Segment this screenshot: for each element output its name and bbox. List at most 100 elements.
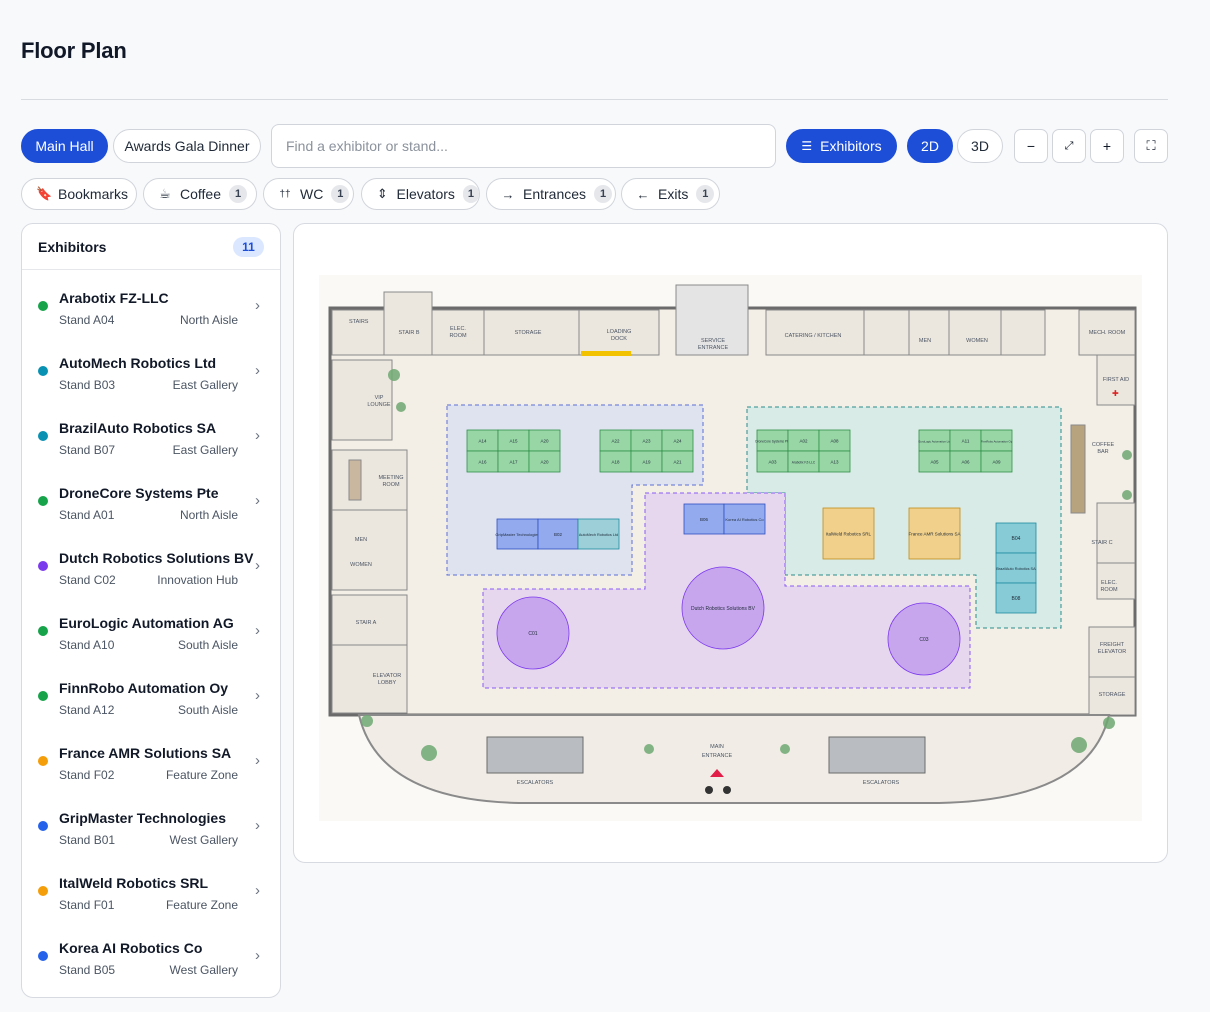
exhibitor-stand: Stand A12 bbox=[59, 703, 115, 717]
view-3d-button[interactable]: 3D bbox=[957, 129, 1003, 163]
filter-coffee[interactable]: ☕ Coffee 1 bbox=[143, 178, 257, 210]
stand-a01[interactable]: DroneCore Systems Pte bbox=[755, 429, 790, 452]
exhibitor-name: DroneCore Systems Pte bbox=[59, 485, 219, 501]
main-entrance-label: MAIN bbox=[710, 744, 724, 750]
stand-a23[interactable]: A23 bbox=[630, 429, 663, 452]
stand-a02[interactable]: A02 bbox=[787, 429, 820, 452]
stair-c-label: STAIR C bbox=[1091, 540, 1112, 546]
exhibitor-list-item[interactable]: ItalWeld Robotics SRL Stand F01 Feature Zo… bbox=[22, 855, 280, 920]
exhibitors-button-label: Exhibitors bbox=[820, 138, 882, 154]
exhibitor-stand: Stand F01 bbox=[59, 898, 115, 912]
stand-a11[interactable]: A11 bbox=[949, 429, 982, 452]
exhibitor-zone: Feature Zone bbox=[165, 898, 238, 912]
filter-wc[interactable]: †† WC 1 bbox=[263, 178, 354, 210]
stand-label: A03 bbox=[768, 460, 777, 465]
stand-a20[interactable]: A20 bbox=[528, 429, 561, 452]
zoom-out-button[interactable]: − bbox=[1014, 129, 1048, 163]
floor-plan-map[interactable]: STAIRS STAIR B ELEC. ROOM STORAGE LOADIN… bbox=[319, 275, 1142, 821]
stand-label: FinnRobo Automation Oy bbox=[981, 440, 1013, 444]
view-2d-button[interactable]: 2D bbox=[907, 129, 953, 163]
entrance-icon: → bbox=[501, 186, 515, 202]
exhibitor-name: ItalWeld Robotics SRL bbox=[59, 875, 209, 891]
stand-a18[interactable]: A18 bbox=[599, 450, 632, 473]
count-badge: 1 bbox=[462, 185, 479, 203]
stand-label: BrazilAuto Robotics SA bbox=[996, 567, 1036, 571]
stand-b05[interactable]: Korea AI Robotics Co bbox=[723, 503, 766, 535]
exit-arrow-icon bbox=[705, 786, 713, 794]
stand-a13[interactable]: A13 bbox=[818, 450, 851, 473]
filter-entrances[interactable]: → Entrances 1 bbox=[486, 178, 616, 210]
stand-label: EuroLogic Automation Ltd bbox=[918, 440, 950, 444]
zoom-in-button[interactable]: + bbox=[1090, 129, 1124, 163]
stand-a12[interactable]: FinnRobo Automation Oy bbox=[980, 429, 1013, 452]
exhibitor-zone: North Aisle bbox=[179, 508, 238, 522]
stand-b01[interactable]: GripMaster Technologies bbox=[495, 518, 540, 550]
reset-view-button[interactable]: ⤢ bbox=[1052, 129, 1086, 163]
exhibitor-list-item[interactable]: Dutch Robotics Solutions BV Stand C02 Inno… bbox=[22, 530, 280, 595]
wc-icon: †† bbox=[279, 188, 291, 200]
stand-a19[interactable]: A19 bbox=[630, 450, 663, 473]
stand-label: France AMR Solutions SA bbox=[908, 532, 960, 537]
page-title: Floor Plan bbox=[21, 38, 127, 63]
exhibitor-list-item[interactable]: DroneCore Systems Pte Stand A01 North Aisl… bbox=[22, 465, 280, 530]
stand-a16[interactable]: A16 bbox=[466, 450, 499, 473]
stand-b06[interactable]: B06 bbox=[683, 503, 725, 535]
zone-color-dot bbox=[38, 366, 48, 376]
stand-a10[interactable]: EuroLogic Automation Ltd bbox=[918, 429, 951, 452]
filter-elevators[interactable]: ⇕ Elevators 1 bbox=[361, 178, 480, 210]
stand-c03[interactable]: C03 bbox=[887, 602, 961, 676]
stand-a22[interactable]: A22 bbox=[599, 429, 632, 452]
stand-a04[interactable]: Arabotix FZ-LLC bbox=[787, 450, 820, 473]
exhibitor-list-item[interactable]: BrazilAuto Robotics SA Stand B07 East Gall… bbox=[22, 400, 280, 465]
service-entrance-label: ENTRANCE bbox=[698, 345, 729, 351]
exhibitors-button[interactable]: ☰ Exhibitors bbox=[786, 129, 897, 163]
stand-c01[interactable]: C01 bbox=[496, 596, 570, 670]
stand-a20[interactable]: A20 bbox=[528, 450, 561, 473]
filter-bookmarks[interactable]: 🔖 Bookmarks bbox=[21, 178, 137, 210]
stand-f02[interactable]: France AMR Solutions SA bbox=[908, 507, 961, 560]
stand-b02[interactable]: B02 bbox=[537, 518, 579, 550]
stand-a15[interactable]: A15 bbox=[497, 429, 530, 452]
filter-exits[interactable]: ← Exits 1 bbox=[621, 178, 720, 210]
loading-label: LOADING bbox=[607, 329, 632, 335]
exhibitor-list-item[interactable]: FinnRobo Automation Oy Stand A12 South Ais… bbox=[22, 660, 280, 725]
tab-main-hall[interactable]: Main Hall bbox=[21, 129, 108, 163]
stand-b04[interactable]: B04 bbox=[995, 522, 1037, 554]
tab-awards-gala-dinner[interactable]: Awards Gala Dinner bbox=[113, 129, 261, 163]
stand-a21[interactable]: A21 bbox=[661, 450, 694, 473]
exhibitor-list-item[interactable]: Arabotix FZ-LLC Stand A04 North Aisle › bbox=[22, 270, 280, 335]
stand-a17[interactable]: A17 bbox=[497, 450, 530, 473]
stand-label: A22 bbox=[611, 439, 620, 444]
zone-color-dot bbox=[38, 756, 48, 766]
exhibitor-list-item[interactable]: EuroLogic Automation AG Stand A10 South Ai… bbox=[22, 595, 280, 660]
stand-a03[interactable]: A03 bbox=[756, 450, 789, 473]
stand-b07[interactable]: BrazilAuto Robotics SA bbox=[995, 552, 1037, 584]
exhibitor-zone: West Gallery bbox=[169, 963, 238, 977]
exhibitor-list-item[interactable]: AutoMech Robotics Ltd Stand B03 East Galle… bbox=[22, 335, 280, 400]
fullscreen-button[interactable]: ⛶ bbox=[1134, 129, 1168, 163]
exhibitor-list-item[interactable]: France AMR Solutions SA Stand F02 Feature … bbox=[22, 725, 280, 790]
elevator-lobby-label: ELEVATOR bbox=[373, 673, 401, 679]
stand-label: A06 bbox=[961, 460, 970, 465]
expand-icon: ⤢ bbox=[1064, 139, 1074, 152]
exhibitor-list-item[interactable]: GripMaster Technologies Stand B01 West Gal… bbox=[22, 790, 280, 855]
stand-label: C01 bbox=[528, 631, 537, 637]
exhibitor-zone: Innovation Hub bbox=[157, 573, 238, 587]
stand-a24[interactable]: A24 bbox=[661, 429, 694, 452]
stand-c02[interactable]: Dutch Robotics Solutions BV bbox=[681, 566, 765, 650]
stand-b03[interactable]: AutoMech Robotics Ltd bbox=[577, 518, 620, 550]
stand-a06[interactable]: A06 bbox=[949, 450, 982, 473]
stand-a09[interactable]: A09 bbox=[980, 450, 1013, 473]
exhibitor-stand: Stand F02 bbox=[59, 768, 115, 782]
exhibitor-stand: Stand B01 bbox=[59, 833, 116, 847]
stand-a14[interactable]: A14 bbox=[466, 429, 499, 452]
stand-a08[interactable]: A08 bbox=[818, 429, 851, 452]
stand-f01[interactable]: ItalWeld Robotics SRL bbox=[822, 507, 875, 560]
meeting-room-label: MEETING bbox=[378, 475, 403, 481]
zone-color-dot bbox=[38, 821, 48, 831]
stand-a05[interactable]: A05 bbox=[918, 450, 951, 473]
stand-label: A20 bbox=[540, 460, 549, 465]
search-input[interactable] bbox=[271, 124, 776, 168]
exhibitor-list-item[interactable]: Korea AI Robotics Co Stand B05 West Galler… bbox=[22, 920, 280, 985]
stand-b08[interactable]: B08 bbox=[995, 582, 1037, 614]
